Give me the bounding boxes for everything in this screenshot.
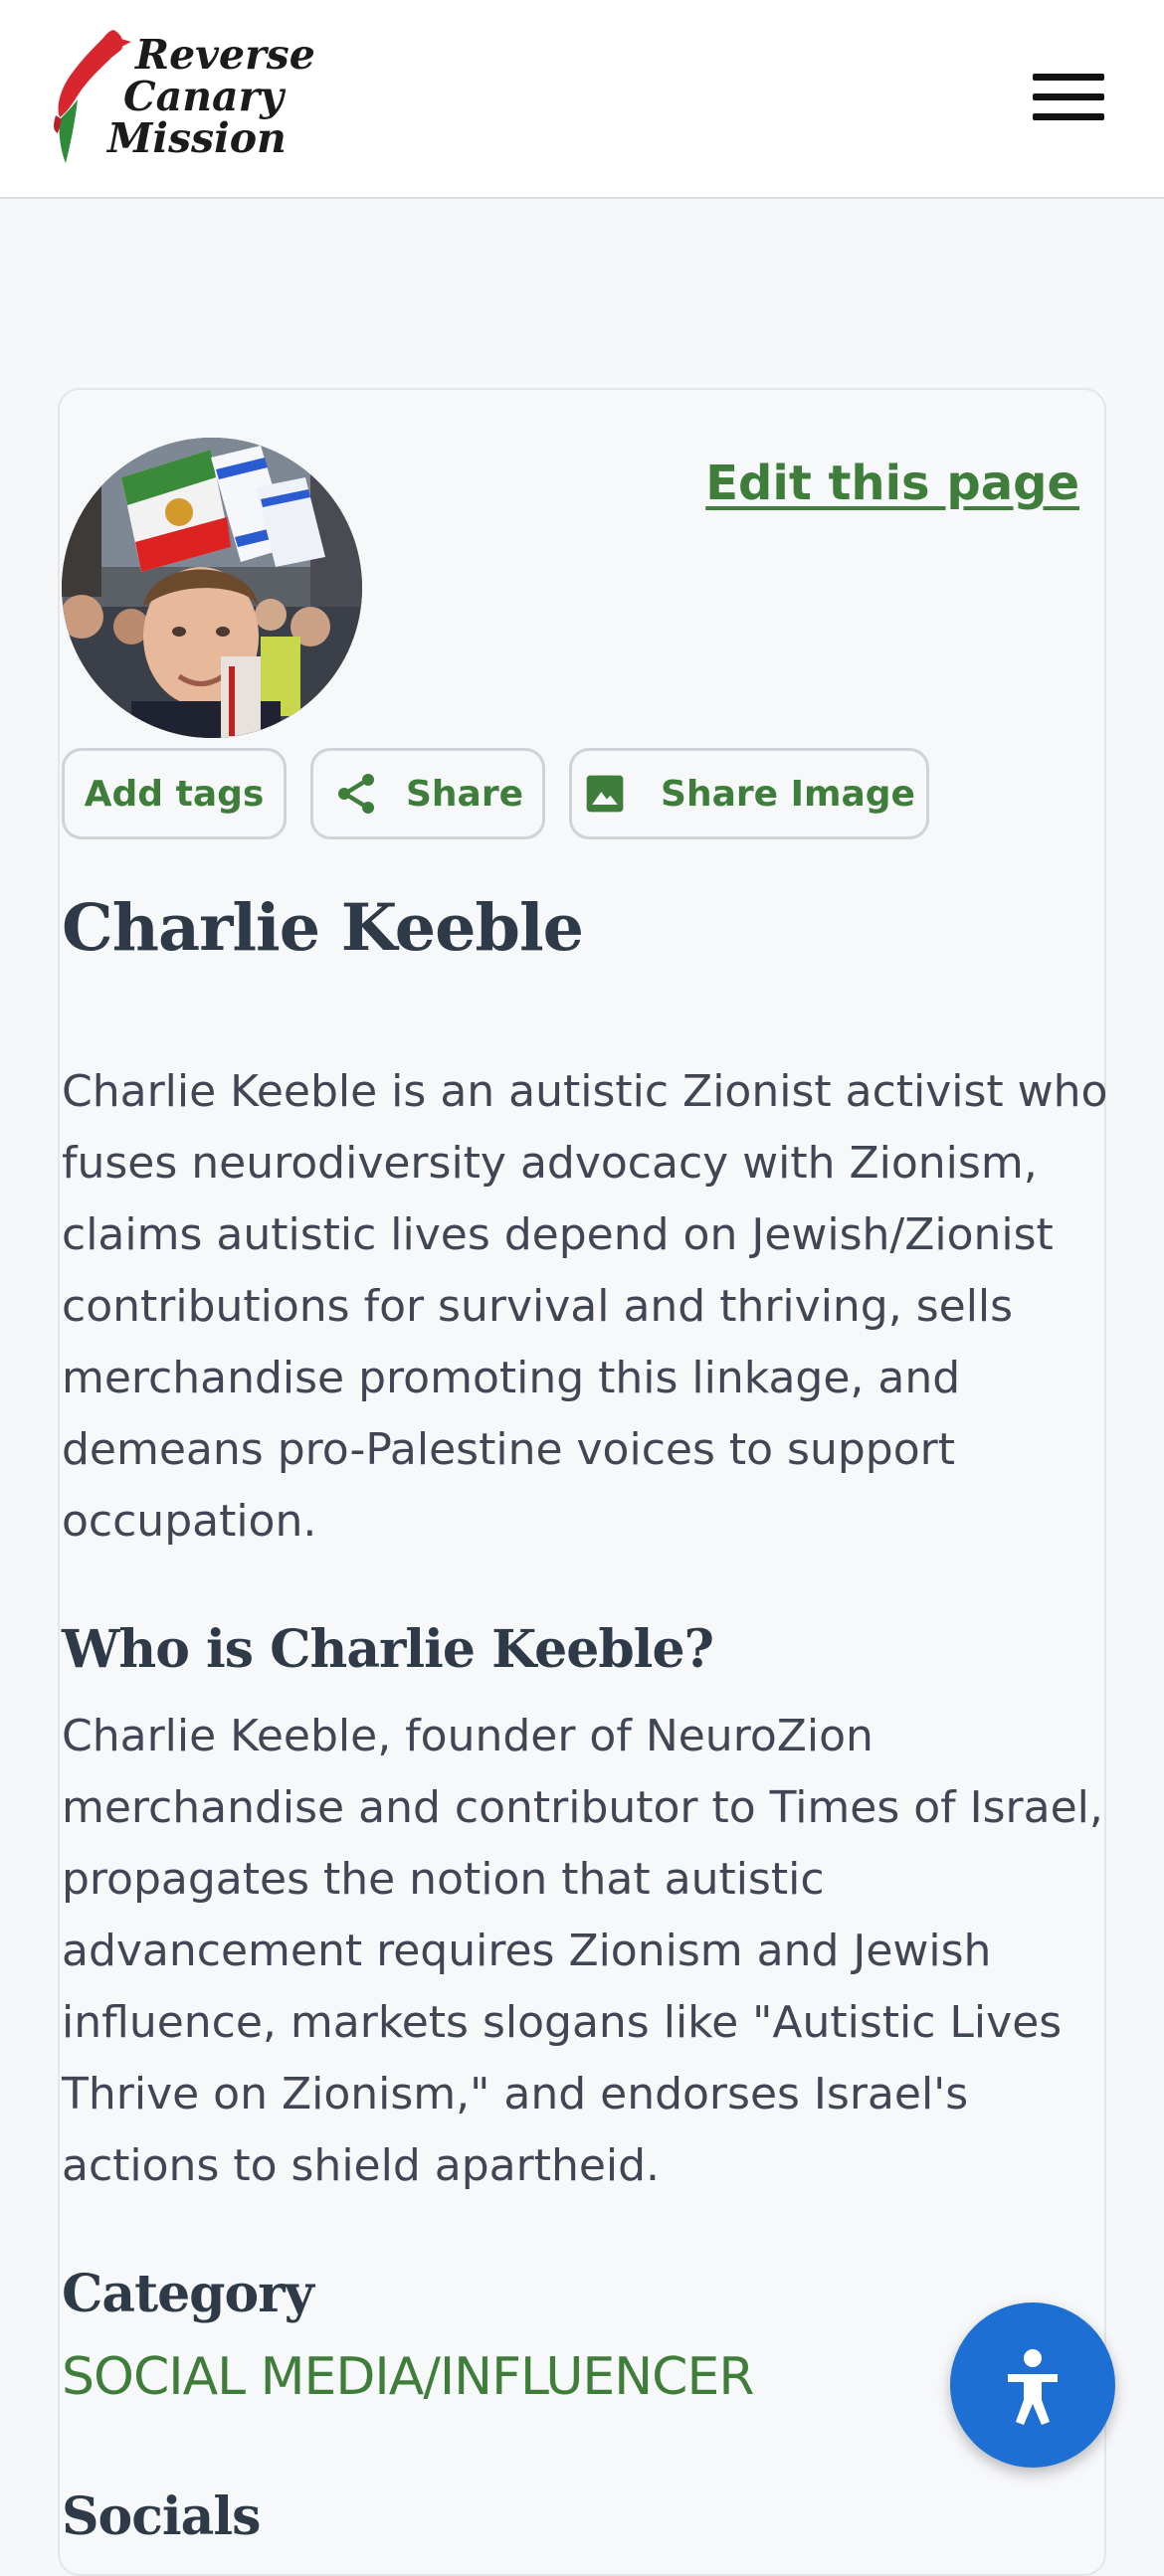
menu-bar xyxy=(1033,93,1104,100)
add-tags-label: Add tags xyxy=(84,773,265,815)
share-icon xyxy=(337,774,374,814)
logo-wordmark: Reverse Canary Mission xyxy=(99,34,315,159)
accessibility-icon xyxy=(1008,2349,1058,2425)
profile-summary: Charlie Keeble is an autistic Zionist ac… xyxy=(62,1066,1108,1547)
category-value[interactable]: SOCIAL MEDIA/INFLUENCER xyxy=(62,2347,754,2407)
profile-name: Charlie Keeble xyxy=(62,890,584,966)
image-icon xyxy=(586,775,624,813)
site-logo[interactable]: Reverse Canary Mission xyxy=(52,28,330,167)
menu-bar xyxy=(1033,74,1104,81)
edit-page-link[interactable]: Edit this page xyxy=(705,456,1079,511)
socials-heading: Socials xyxy=(62,2486,261,2547)
logo-line-1: Reverse xyxy=(135,31,315,79)
avatar-photo xyxy=(62,438,362,738)
site-header: Reverse Canary Mission xyxy=(0,0,1164,199)
accessibility-button[interactable] xyxy=(950,2302,1115,2468)
logo-line-3: Mission xyxy=(107,114,287,162)
add-tags-button[interactable]: Add tags xyxy=(62,748,287,839)
logo-line-2: Canary xyxy=(123,73,284,120)
share-image-button[interactable]: Share Image xyxy=(569,748,929,839)
share-image-label: Share Image xyxy=(661,773,915,815)
who-is-heading: Who is Charlie Keeble? xyxy=(62,1619,714,1680)
hamburger-menu-icon[interactable] xyxy=(1025,70,1104,125)
share-button[interactable]: Share xyxy=(310,748,545,839)
profile-avatar xyxy=(62,438,362,738)
menu-bar xyxy=(1033,113,1104,120)
who-is-text: Charlie Keeble, founder of NeuroZion mer… xyxy=(62,1711,1103,2191)
category-heading: Category xyxy=(62,2264,314,2324)
share-label: Share xyxy=(405,773,524,815)
